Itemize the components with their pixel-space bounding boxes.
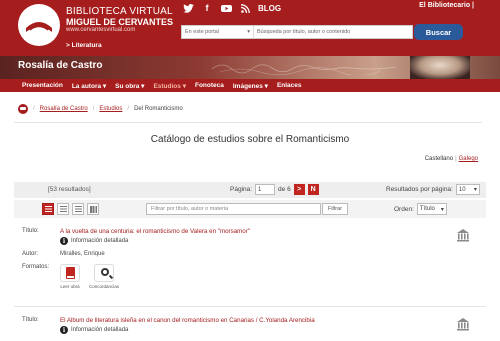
info-icon: i xyxy=(60,237,68,245)
result-author: Miralles, Enrique xyxy=(60,251,105,257)
twitter-icon[interactable] xyxy=(182,2,194,14)
breadcrumb-separator: / xyxy=(92,106,95,112)
page-label: Página: xyxy=(230,186,253,193)
chevron-down-icon: ▾ xyxy=(440,206,444,213)
compact-list-icon xyxy=(74,206,82,212)
el-bibliotecario-link[interactable]: El Bibliotecario | xyxy=(419,2,474,9)
search-button[interactable]: Buscar xyxy=(414,24,463,40)
bvmc-logo[interactable] xyxy=(18,4,60,46)
site-header: BIBLIOTECA VIRTUAL MIGUEL DE CERVANTES w… xyxy=(0,0,500,56)
grid-icon xyxy=(89,205,97,213)
lang-galego-link[interactable]: Galego xyxy=(459,156,478,162)
nav-presentacion[interactable]: Presentación xyxy=(22,82,63,89)
info-label: Información detallada xyxy=(71,327,129,333)
facebook-icon[interactable]: f xyxy=(201,2,213,14)
home-icon[interactable] xyxy=(18,104,28,114)
last-page-button[interactable]: N xyxy=(307,184,319,195)
page-title: Catálogo de estudios sobre el Romanticis… xyxy=(150,134,350,145)
nav-su-obra[interactable]: Su obra ▾ xyxy=(115,82,144,90)
info-link[interactable]: i Información detallada xyxy=(60,326,128,334)
page-of-label: de 6 xyxy=(278,186,291,193)
nav-fonoteca[interactable]: Fonoteca xyxy=(195,82,224,89)
results-count: [53 resultados] xyxy=(48,186,91,193)
concordances-button[interactable]: Concordancias xyxy=(87,264,121,289)
rpp-value: 10 xyxy=(458,186,466,193)
read-work-label: Leer obra xyxy=(60,284,80,289)
grid-view-button[interactable] xyxy=(87,203,99,215)
brand-line-1: BIBLIOTECA VIRTUAL xyxy=(66,6,173,17)
detail-list-icon xyxy=(59,206,67,212)
result-title-link[interactable]: A la vuelta de una centuria: el romantic… xyxy=(60,228,250,235)
breadcrumb-separator: / xyxy=(127,106,130,112)
youtube-icon[interactable] xyxy=(220,2,232,14)
breadcrumb-estudios[interactable]: Estudios xyxy=(99,106,122,112)
result-title-link[interactable]: El Album de literatura isleña en el cano… xyxy=(60,317,315,324)
filter-input[interactable]: Filtrar por título, autor o materia xyxy=(146,203,321,215)
list-view-button[interactable] xyxy=(42,203,54,215)
breadcrumb-author[interactable]: Rosalía de Castro xyxy=(40,106,88,112)
author-label: Autor: xyxy=(22,251,39,257)
results-pager: [53 resultados] Página: 1 de 6 > N Resul… xyxy=(14,182,486,198)
brand-line-2: MIGUEL DE CERVANTES xyxy=(66,17,174,27)
next-page-button[interactable]: > xyxy=(293,184,305,195)
filter-button[interactable]: Filtrar xyxy=(322,203,348,215)
compact-view-button[interactable] xyxy=(72,203,84,215)
result-divider xyxy=(14,306,486,307)
breadcrumb-current: Del Romanticismo xyxy=(134,106,183,112)
results-per-page: Resultados por página: 10 ▾ xyxy=(386,184,480,195)
nav-estudios[interactable]: Estudios ▾ xyxy=(153,82,186,90)
view-mode-switch xyxy=(42,203,99,215)
list-icon xyxy=(44,206,52,212)
social-links: f BLOG xyxy=(182,1,281,15)
language-switch: Castellano | Galego xyxy=(424,156,478,162)
breadcrumb: / Rosalía de Castro / Estudios / Del Rom… xyxy=(18,104,183,114)
page-navigation: Página: 1 de 6 > N xyxy=(230,184,319,195)
section-literatura-link[interactable]: > Literatura xyxy=(66,42,102,49)
order-select[interactable]: Título ▾ xyxy=(416,203,447,215)
lang-current: Castellano xyxy=(424,156,454,162)
results-toolbar: Filtrar por título, autor o materia Filt… xyxy=(14,200,486,218)
nav-imagenes[interactable]: Imágenes ▾ xyxy=(233,82,268,90)
search-input[interactable]: Búsqueda por título, autor o contenido xyxy=(254,29,350,35)
nav-la-autora[interactable]: La autora ▾ xyxy=(72,82,106,90)
rpp-label: Resultados por página: xyxy=(386,186,453,193)
info-icon: i xyxy=(60,326,68,334)
library-icon[interactable] xyxy=(456,228,470,242)
rpp-select[interactable]: 10 ▾ xyxy=(455,184,480,195)
detail-view-button[interactable] xyxy=(57,203,69,215)
brand-url[interactable]: www.cervantesvirtual.com xyxy=(66,27,135,33)
divider xyxy=(14,122,482,123)
read-work-button[interactable]: Leer obra xyxy=(53,264,87,289)
title-label: Título: xyxy=(22,228,39,234)
main-nav: Presentación La autora ▾ Su obra ▾ Estud… xyxy=(0,79,500,92)
library-icon[interactable] xyxy=(456,317,470,331)
handwriting-decoration xyxy=(211,64,397,75)
page-input[interactable]: 1 xyxy=(255,184,276,195)
magnifier-icon xyxy=(101,268,109,276)
author-portrait xyxy=(410,56,470,79)
sort-order: Orden: Título ▾ xyxy=(394,203,447,215)
formats-label: Formatos: xyxy=(22,264,50,270)
title-label: Título: xyxy=(22,317,39,323)
search-scope-value: En este portal xyxy=(185,29,219,35)
blog-link[interactable]: BLOG xyxy=(258,4,281,13)
nav-enlaces[interactable]: Enlaces xyxy=(277,82,302,89)
info-label: Información detallada xyxy=(71,238,129,244)
info-link[interactable]: i Información detallada xyxy=(60,237,128,245)
order-label: Orden: xyxy=(394,205,414,213)
concordances-label: Concordancias xyxy=(88,284,120,289)
rss-icon[interactable] xyxy=(239,2,251,14)
chevron-down-icon: ▾ xyxy=(247,29,250,35)
book-icon xyxy=(65,267,75,279)
author-banner: Rosalía de Castro xyxy=(0,56,500,79)
banner-title: Rosalía de Castro xyxy=(18,60,103,71)
order-value: Título xyxy=(419,206,435,212)
breadcrumb-separator: / xyxy=(33,106,35,112)
book-logo-icon xyxy=(26,22,52,32)
portal-search: En este portal ▾ Búsqueda por título, au… xyxy=(181,25,413,39)
search-scope-select[interactable]: En este portal ▾ xyxy=(182,26,254,38)
chevron-down-icon: ▾ xyxy=(473,187,477,193)
